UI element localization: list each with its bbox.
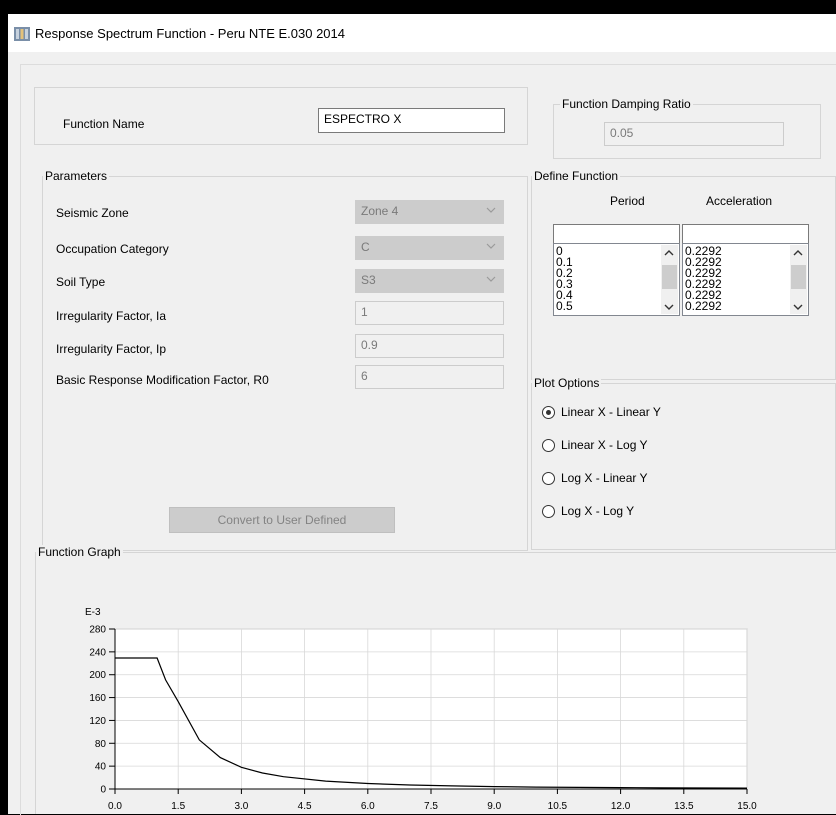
irregularity-ia-label: Irregularity Factor, Ia — [56, 309, 167, 323]
x-tick-label: 7.5 — [424, 801, 438, 812]
x-tick-label: 10.5 — [548, 801, 568, 812]
plot-options-legend: Plot Options — [532, 376, 602, 390]
radio-selected-dot — [546, 410, 551, 415]
damping-legend: Function Damping Ratio — [560, 97, 693, 111]
r0-label: Basic Response Modification Factor, R0 — [56, 373, 269, 387]
acceleration-scrollbar[interactable] — [790, 245, 807, 314]
soil-type-value: S3 — [361, 273, 376, 287]
y-tick-label: 0 — [100, 785, 106, 796]
irregularity-ia-field: 1 — [355, 301, 504, 325]
convert-to-user-defined-button[interactable]: Convert to User Defined — [169, 507, 395, 533]
function-name-label: Function Name — [63, 117, 145, 131]
chevron-down-icon — [486, 276, 496, 282]
x-tick-label: 15.0 — [737, 801, 757, 812]
seismic-zone-value: Zone 4 — [361, 204, 399, 218]
occupation-category-select[interactable]: C — [355, 236, 504, 260]
period-list-item[interactable]: 0.5 — [556, 300, 573, 312]
seismic-zone-label: Seismic Zone — [56, 206, 129, 220]
x-tick-label: 6.0 — [361, 801, 375, 812]
plot-option-label[interactable]: Log X - Linear Y — [561, 471, 648, 485]
acceleration-list[interactable]: 0.2292 0.2292 0.2292 0.2292 0.2292 0.2292 — [682, 243, 809, 316]
damping-ratio-field: 0.05 — [604, 122, 784, 146]
y-tick-label: 200 — [89, 670, 106, 681]
parameters-group: Parameters — [42, 169, 528, 551]
x-tick-label: 13.5 — [674, 801, 694, 812]
chevron-down-icon — [486, 243, 496, 249]
chevron-up-icon[interactable] — [664, 249, 674, 257]
acceleration-scroll-thumb[interactable] — [791, 265, 806, 289]
period-edit-input[interactable] — [553, 224, 680, 244]
y-tick-label: 280 — [89, 625, 106, 636]
soil-type-select[interactable]: S3 — [355, 269, 504, 293]
define-function-legend: Define Function — [532, 169, 621, 183]
acceleration-list-item[interactable]: 0.2292 — [685, 300, 722, 312]
x-tick-label: 0.0 — [108, 801, 122, 812]
period-scrollbar[interactable] — [661, 245, 678, 314]
period-list[interactable]: 0 0.1 0.2 0.3 0.4 0.5 — [553, 243, 680, 316]
function-graph-chart: 0.0 1.5 3.0 4.5 6.0 7.5 9.0 10.5 12.0 13.5 15.0 0 40… — [85, 607, 757, 812]
occupation-category-label: Occupation Category — [56, 242, 169, 256]
x-tick-label: 12.0 — [611, 801, 631, 812]
soil-type-label: Soil Type — [56, 275, 106, 289]
chevron-down-icon[interactable] — [793, 303, 803, 311]
period-header: Period — [610, 194, 645, 208]
title-bar[interactable]: Response Spectrum Function - Peru NTE E.… — [8, 14, 836, 52]
x-tick-label: 1.5 — [171, 801, 185, 812]
acceleration-edit-input[interactable] — [682, 224, 809, 244]
irregularity-ip-field: 0.9 — [355, 334, 504, 358]
chevron-up-icon[interactable] — [793, 249, 803, 257]
plot-option-radio[interactable] — [542, 505, 555, 518]
y-tick-label: 160 — [89, 693, 106, 704]
chevron-down-icon — [486, 207, 496, 213]
function-graph-legend: Function Graph — [36, 545, 123, 559]
y-tick-label: 120 — [89, 716, 106, 727]
x-tick-label: 4.5 — [298, 801, 312, 812]
plot-option-radio[interactable] — [542, 406, 555, 419]
x-tick-label: 9.0 — [487, 801, 501, 812]
period-scroll-thumb[interactable] — [662, 265, 677, 289]
acceleration-items: 0.2292 0.2292 0.2292 0.2292 0.2292 0.2292 — [685, 245, 722, 312]
r0-field: 6 — [355, 365, 504, 389]
y-multiplier-label: E-3 — [85, 607, 101, 618]
chevron-down-icon[interactable] — [664, 303, 674, 311]
plot-option-radio[interactable] — [542, 472, 555, 485]
x-tick-label: 3.0 — [234, 801, 248, 812]
y-tick-label: 240 — [89, 647, 106, 658]
structure-icon — [14, 27, 30, 41]
acceleration-header: Acceleration — [706, 194, 773, 208]
y-tick-label: 40 — [95, 762, 107, 773]
response-spectrum-window: Response Spectrum Function - Peru NTE E.… — [8, 14, 836, 815]
window-title: Response Spectrum Function - Peru NTE E.… — [35, 26, 345, 41]
parameters-legend: Parameters — [43, 169, 110, 183]
period-items: 0 0.1 0.2 0.3 0.4 0.5 — [556, 245, 573, 312]
irregularity-ip-label: Irregularity Factor, Ip — [56, 342, 167, 356]
y-tick-label: 80 — [95, 739, 107, 750]
plot-option-label[interactable]: Linear X - Linear Y — [561, 405, 661, 419]
plot-option-label[interactable]: Linear X - Log Y — [561, 438, 648, 452]
seismic-zone-select[interactable]: Zone 4 — [355, 200, 504, 224]
plot-option-radio[interactable] — [542, 439, 555, 452]
plot-option-label[interactable]: Log X - Log Y — [561, 504, 634, 518]
function-name-input[interactable]: ESPECTRO X — [318, 108, 505, 133]
occupation-category-value: C — [361, 240, 370, 254]
